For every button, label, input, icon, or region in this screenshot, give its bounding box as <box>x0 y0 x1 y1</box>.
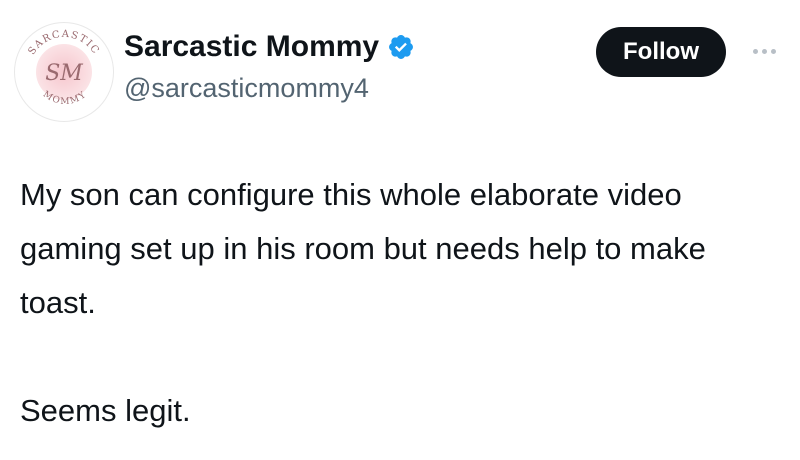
tweet-text: My son can configure this whole elaborat… <box>20 168 780 438</box>
avatar-monogram: SM <box>45 61 83 86</box>
tweet-paragraph: Seems legit. <box>20 393 191 428</box>
avatar[interactable]: SARCASTIC MOMMY SM <box>14 22 114 122</box>
follow-button[interactable]: Follow <box>596 27 726 77</box>
verified-badge-icon[interactable] <box>387 33 415 61</box>
author-name-row: Sarcastic Mommy <box>124 30 415 64</box>
more-options-button[interactable] <box>746 36 782 66</box>
ellipsis-icon <box>752 48 758 54</box>
paragraph-spacer <box>20 330 780 384</box>
tweet-paragraph: My son can configure this whole elaborat… <box>20 177 706 320</box>
author-display-name[interactable]: Sarcastic Mommy <box>124 30 379 64</box>
sarcastic-mommy-logo: SARCASTIC MOMMY SM <box>17 25 111 119</box>
ellipsis-icon-dot <box>770 48 776 54</box>
author-handle[interactable]: @sarcasticmommy4 <box>124 72 369 104</box>
ellipsis-icon-dot <box>761 48 767 54</box>
